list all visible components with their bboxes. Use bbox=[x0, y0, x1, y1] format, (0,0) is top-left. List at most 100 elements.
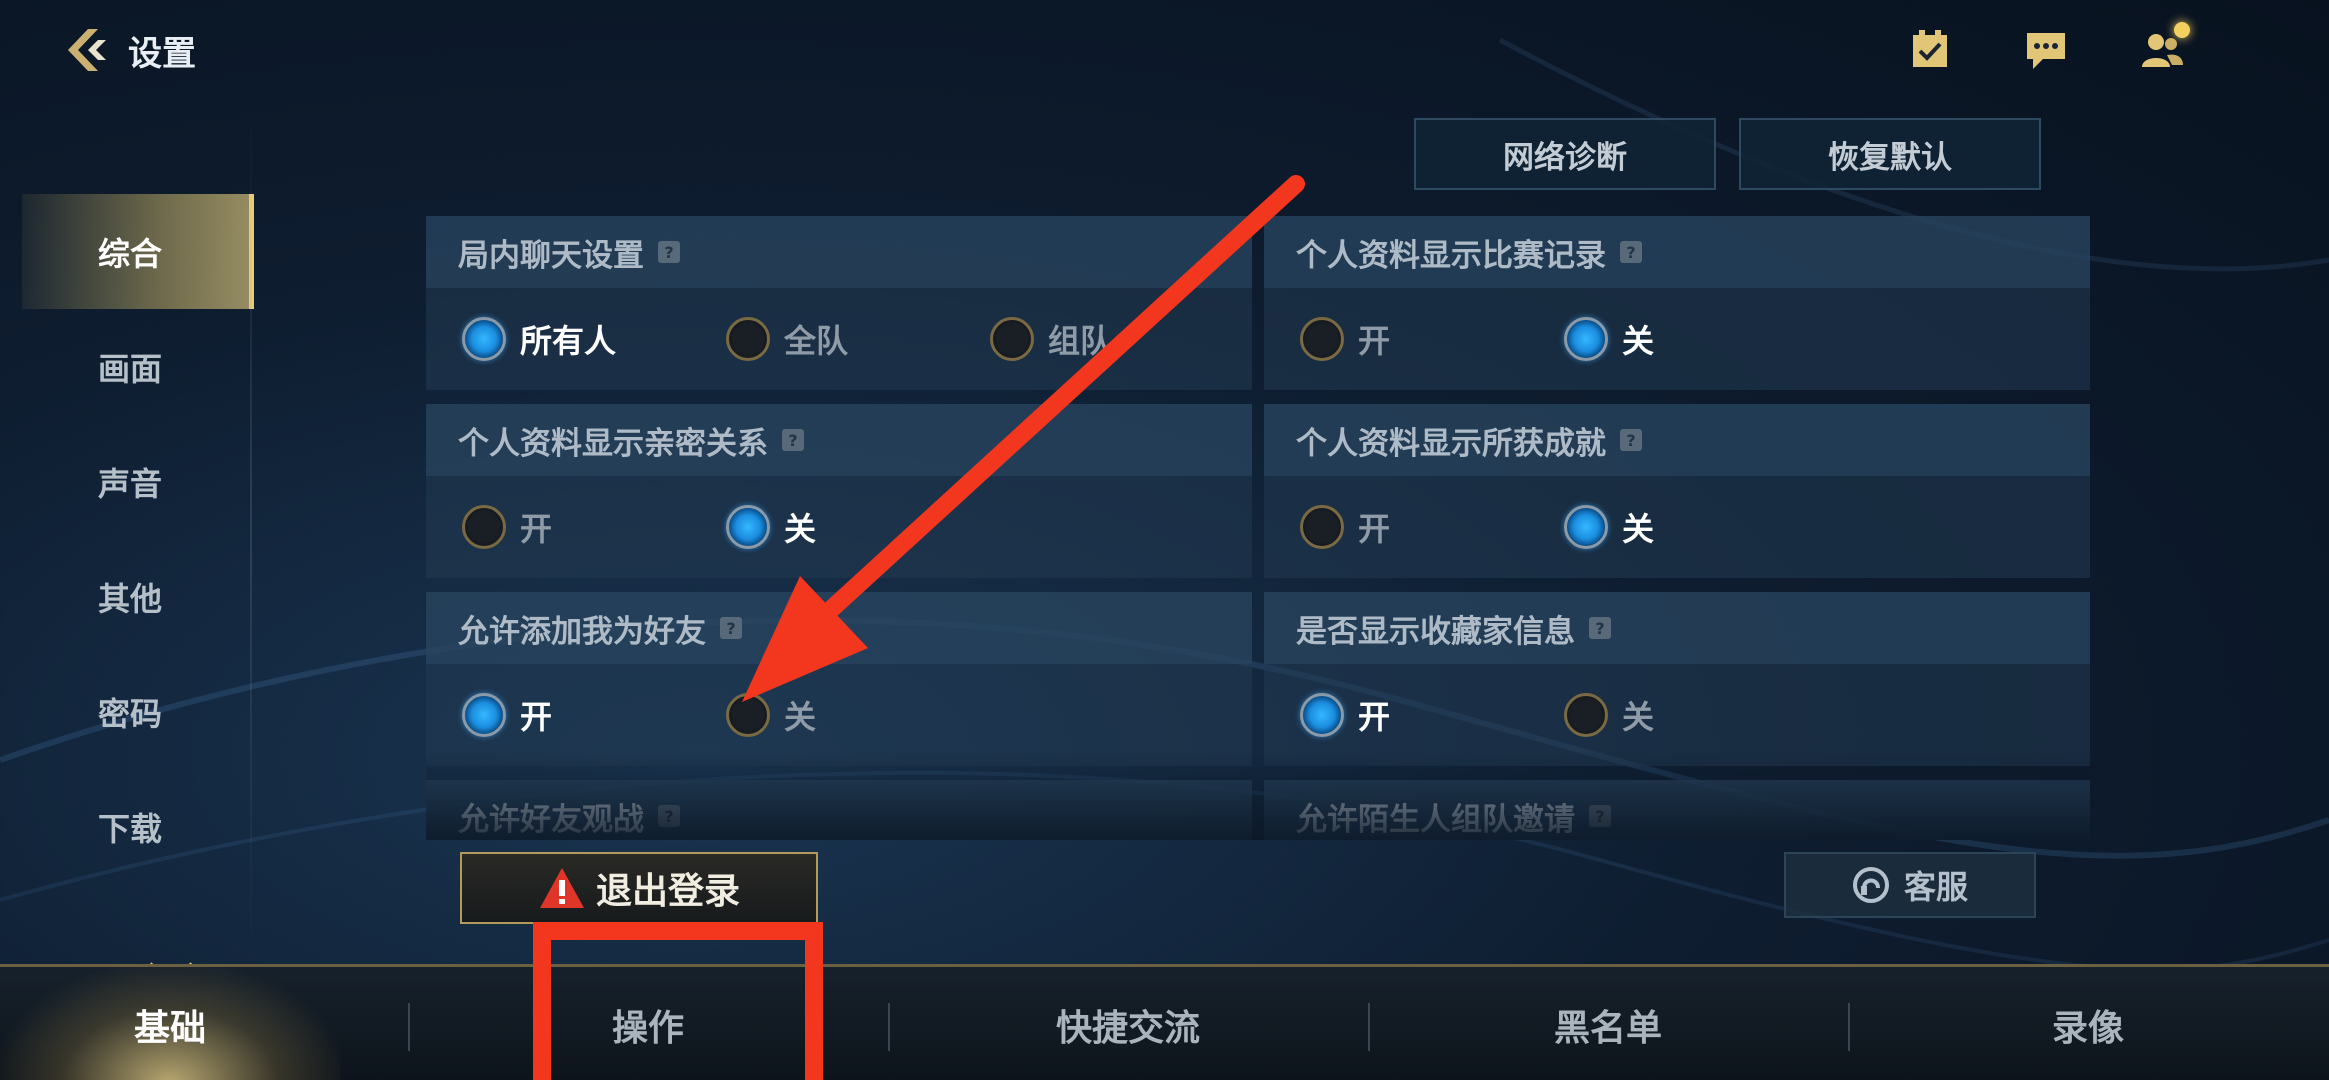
option-label: 开 bbox=[1358, 510, 1391, 548]
tab-basic[interactable]: 基础 bbox=[0, 967, 340, 1080]
setting-show-match-record: 个人资料显示比赛记录? 开 关 bbox=[1264, 216, 2090, 390]
sidebar: 综合 画面 声音 其他 密码 下载 bbox=[22, 194, 254, 884]
radio-group: 所有人 全队 组队 bbox=[426, 288, 1252, 390]
radio-option-on[interactable]: 开 bbox=[1300, 316, 1390, 362]
tab-separator bbox=[1368, 1003, 1370, 1051]
task-check-button[interactable] bbox=[1902, 22, 1958, 78]
radio-option-off[interactable]: 关 bbox=[726, 504, 816, 550]
tab-separator bbox=[888, 1003, 890, 1051]
setting-title: 允许添加我为好友? bbox=[426, 592, 1252, 664]
back-button[interactable]: 设置 bbox=[58, 20, 196, 80]
setting-allow-friend-add: 允许添加我为好友? 开 关 bbox=[426, 592, 1252, 766]
warning-icon bbox=[539, 868, 584, 908]
customer-service-label: 客服 bbox=[1903, 868, 1968, 906]
radio-option-on[interactable]: 开 bbox=[1300, 504, 1390, 550]
radio-unselected-icon bbox=[1300, 505, 1344, 549]
help-icon[interactable]: ? bbox=[1589, 805, 1611, 827]
back-arrow-icon bbox=[68, 29, 106, 71]
setting-title-text: 是否显示收藏家信息 bbox=[1296, 613, 1575, 650]
radio-selected-icon bbox=[1300, 693, 1344, 737]
radio-option-on[interactable]: 开 bbox=[1300, 692, 1390, 738]
radio-option-off[interactable]: 关 bbox=[1564, 692, 1654, 738]
network-diagnosis-button[interactable]: 网络诊断 bbox=[1414, 118, 1716, 190]
radio-option-off[interactable]: 关 bbox=[726, 692, 816, 738]
sidebar-item-sound[interactable]: 声音 bbox=[22, 424, 254, 539]
setting-show-achievements: 个人资料显示所获成就? 开 关 bbox=[1264, 404, 2090, 578]
radio-group: 开 关 bbox=[1264, 476, 2090, 578]
help-icon[interactable]: ? bbox=[658, 241, 680, 263]
option-label: 关 bbox=[784, 698, 817, 736]
help-icon[interactable]: ? bbox=[1589, 617, 1611, 639]
tab-quick-chat[interactable]: 快捷交流 bbox=[958, 967, 1298, 1080]
tab-controls[interactable]: 操作 bbox=[478, 967, 818, 1080]
setting-allow-stranger-invite: 允许陌生人组队邀请? bbox=[1264, 780, 2090, 840]
radio-group: 开 关 bbox=[1264, 664, 2090, 766]
help-icon[interactable]: ? bbox=[782, 429, 804, 451]
radio-group: 开 关 bbox=[426, 476, 1252, 578]
help-icon[interactable]: ? bbox=[720, 617, 742, 639]
option-label: 关 bbox=[784, 510, 817, 548]
radio-group: 开 关 bbox=[1264, 288, 2090, 390]
radio-selected-icon bbox=[726, 505, 770, 549]
sidebar-item-download[interactable]: 下载 bbox=[22, 769, 254, 884]
tab-separator bbox=[1848, 1003, 1850, 1051]
radio-option-team[interactable]: 全队 bbox=[726, 316, 848, 362]
option-label: 全队 bbox=[784, 322, 849, 360]
radio-unselected-icon bbox=[726, 693, 770, 737]
option-label: 开 bbox=[1358, 698, 1391, 736]
setting-title-text: 个人资料显示比赛记录 bbox=[1296, 237, 1606, 274]
radio-option-party[interactable]: 组队 bbox=[990, 316, 1112, 362]
sidebar-item-general[interactable]: 综合 bbox=[22, 194, 254, 309]
help-icon[interactable]: ? bbox=[1620, 429, 1642, 451]
radio-unselected-icon bbox=[462, 505, 506, 549]
tab-separator bbox=[408, 1003, 410, 1051]
radio-unselected-icon bbox=[990, 317, 1034, 361]
page-title: 设置 bbox=[128, 33, 196, 74]
radio-unselected-icon bbox=[1300, 317, 1344, 361]
radio-option-off[interactable]: 关 bbox=[1564, 316, 1654, 362]
chat-button[interactable] bbox=[2018, 22, 2074, 78]
headset-icon bbox=[1852, 867, 1889, 903]
option-label: 开 bbox=[520, 510, 553, 548]
sidebar-item-password[interactable]: 密码 bbox=[22, 654, 254, 769]
sidebar-item-other[interactable]: 其他 bbox=[22, 539, 254, 654]
setting-title: 个人资料显示亲密关系? bbox=[426, 404, 1252, 476]
radio-option-on[interactable]: 开 bbox=[462, 692, 552, 738]
help-icon[interactable]: ? bbox=[1620, 241, 1642, 263]
radio-unselected-icon bbox=[726, 317, 770, 361]
restore-defaults-button[interactable]: 恢复默认 bbox=[1739, 118, 2041, 190]
option-label: 关 bbox=[1622, 510, 1655, 548]
tab-replay[interactable]: 录像 bbox=[1918, 967, 2258, 1080]
sidebar-item-graphics[interactable]: 画面 bbox=[22, 309, 254, 424]
setting-title: 允许好友观战? bbox=[426, 780, 1252, 840]
option-label: 开 bbox=[1358, 322, 1391, 360]
radio-option-everyone[interactable]: 所有人 bbox=[462, 316, 616, 362]
setting-title-text: 允许好友观战 bbox=[458, 801, 644, 838]
task-check-icon bbox=[1913, 30, 1947, 67]
option-label: 所有人 bbox=[520, 322, 617, 360]
setting-title: 允许陌生人组队邀请? bbox=[1264, 780, 2090, 840]
notification-dot bbox=[2174, 22, 2190, 38]
option-label: 组队 bbox=[1048, 322, 1113, 360]
radio-selected-icon bbox=[462, 317, 506, 361]
radio-group: 开 关 bbox=[426, 664, 1252, 766]
option-label: 关 bbox=[1622, 322, 1655, 360]
logout-button[interactable]: 退出登录 bbox=[460, 852, 818, 924]
friends-button[interactable] bbox=[2134, 22, 2190, 78]
setting-show-collector-info: 是否显示收藏家信息? 开 关 bbox=[1264, 592, 2090, 766]
setting-allow-friend-spectate: 允许好友观战? bbox=[426, 780, 1252, 840]
header: 设置 bbox=[0, 0, 2329, 100]
radio-option-off[interactable]: 关 bbox=[1564, 504, 1654, 550]
chat-icon bbox=[2027, 33, 2065, 69]
setting-title: 局内聊天设置? bbox=[426, 216, 1252, 288]
radio-selected-icon bbox=[1564, 505, 1608, 549]
setting-title-text: 个人资料显示所获成就 bbox=[1296, 425, 1606, 462]
tab-blacklist[interactable]: 黑名单 bbox=[1438, 967, 1778, 1080]
settings-list[interactable]: 局内聊天设置? 所有人 全队 组队 个人资料显示比赛记录? 开 关 个人资料显示… bbox=[426, 216, 2090, 840]
option-label: 关 bbox=[1622, 698, 1655, 736]
setting-title-text: 允许陌生人组队邀请 bbox=[1296, 801, 1575, 838]
customer-service-button[interactable]: 客服 bbox=[1784, 852, 2036, 918]
radio-option-on[interactable]: 开 bbox=[462, 504, 552, 550]
help-icon[interactable]: ? bbox=[658, 805, 680, 827]
radio-unselected-icon bbox=[1564, 693, 1608, 737]
